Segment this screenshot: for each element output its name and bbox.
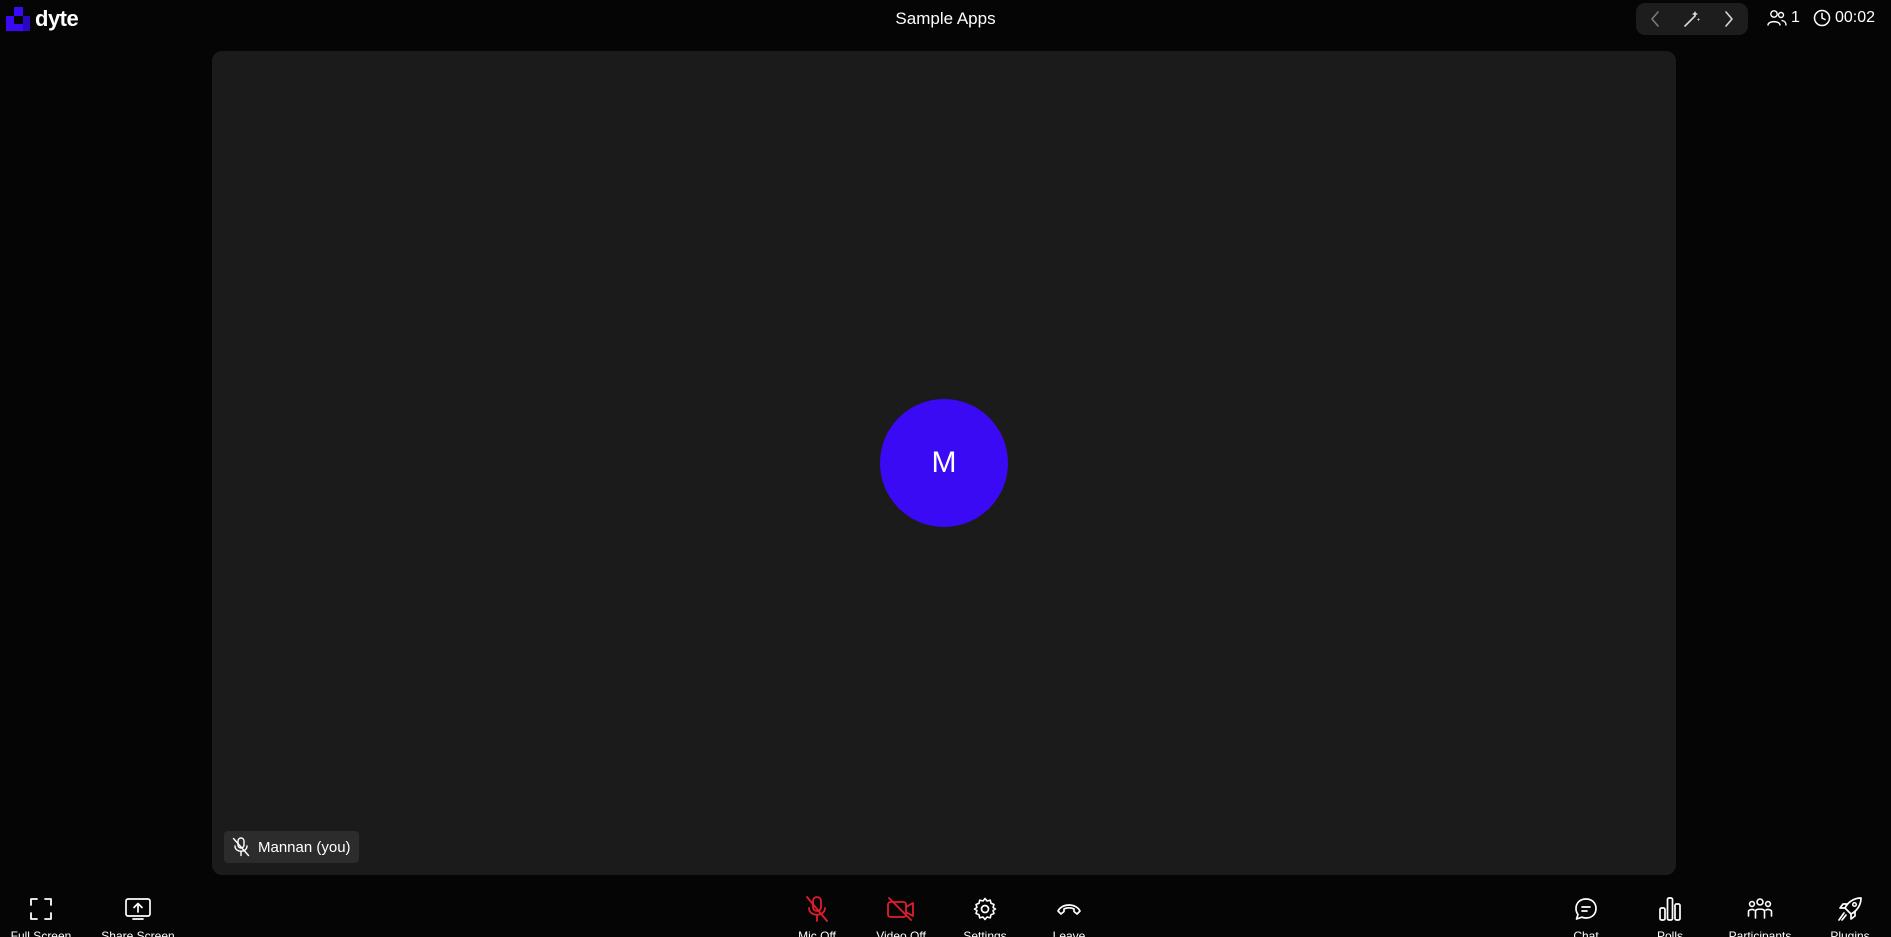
participants-icon [1747,898,1773,919]
share-screen-icon [125,898,151,920]
polls-button[interactable]: Polls [1625,895,1715,937]
magic-wand-icon [1684,11,1700,27]
settings-label: Settings [963,929,1007,937]
avatar: M [880,399,1008,527]
chat-icon [1575,898,1597,920]
fullscreen-button[interactable]: Full Screen [0,895,86,937]
chevron-right-icon [1725,11,1734,27]
rocket-icon [1838,897,1862,921]
participant-name-tag: Mannan (you) [224,831,359,863]
mic-toggle-button[interactable]: Mic Off [772,895,862,937]
participants-button[interactable]: Participants [1715,895,1805,937]
elapsed-time: 00:02 [1835,9,1876,26]
chat-button[interactable]: Chat [1541,895,1631,937]
leave-call-icon [1057,904,1081,915]
participant-name: Mannan (you) [258,838,351,856]
meeting-title: Sample Apps [895,9,996,28]
fullscreen-icon [30,898,52,920]
leave-label: Leave [1052,929,1086,937]
auto-layout-button[interactable] [1677,5,1707,33]
people-icon [1767,10,1787,26]
polls-label: Polls [1656,929,1683,937]
mic-label: Mic Off [798,929,836,937]
header: dyte Sample Apps 1 00:02 [0,0,1891,40]
participant-tile: M Mannan (you) [212,51,1676,875]
share-screen-button[interactable]: Share Screen [93,895,183,937]
plugins-button[interactable]: Plugins [1805,895,1891,937]
mic-off-icon [232,837,250,857]
fullscreen-label: Full Screen [10,929,72,937]
video-toggle-button[interactable]: Video Off [856,895,946,937]
chevron-left-icon [1650,11,1659,27]
meeting-timer: 00:02 [1813,9,1875,27]
clock-icon [1813,9,1831,27]
meeting-app: dyte Sample Apps 1 00:02 M Mannan (you) … [0,0,1891,937]
mic-off-icon [806,896,828,922]
gear-icon [973,897,997,921]
participant-count[interactable]: 1 [1767,9,1800,27]
share-screen-label: Share Screen [101,929,175,937]
plugins-label: Plugins [1830,929,1870,937]
polls-icon [1659,897,1681,921]
settings-button[interactable]: Settings [940,895,1030,937]
video-off-icon [887,897,914,921]
participant-count-value: 1 [1791,9,1800,26]
leave-button[interactable]: Leave [1024,895,1114,937]
chat-label: Chat [1573,929,1599,937]
video-label: Video Off [876,929,926,937]
participants-label: Participants [1728,929,1792,937]
grid-pagination [1636,3,1748,35]
previous-page-button[interactable] [1640,5,1670,33]
next-page-button[interactable] [1714,5,1744,33]
